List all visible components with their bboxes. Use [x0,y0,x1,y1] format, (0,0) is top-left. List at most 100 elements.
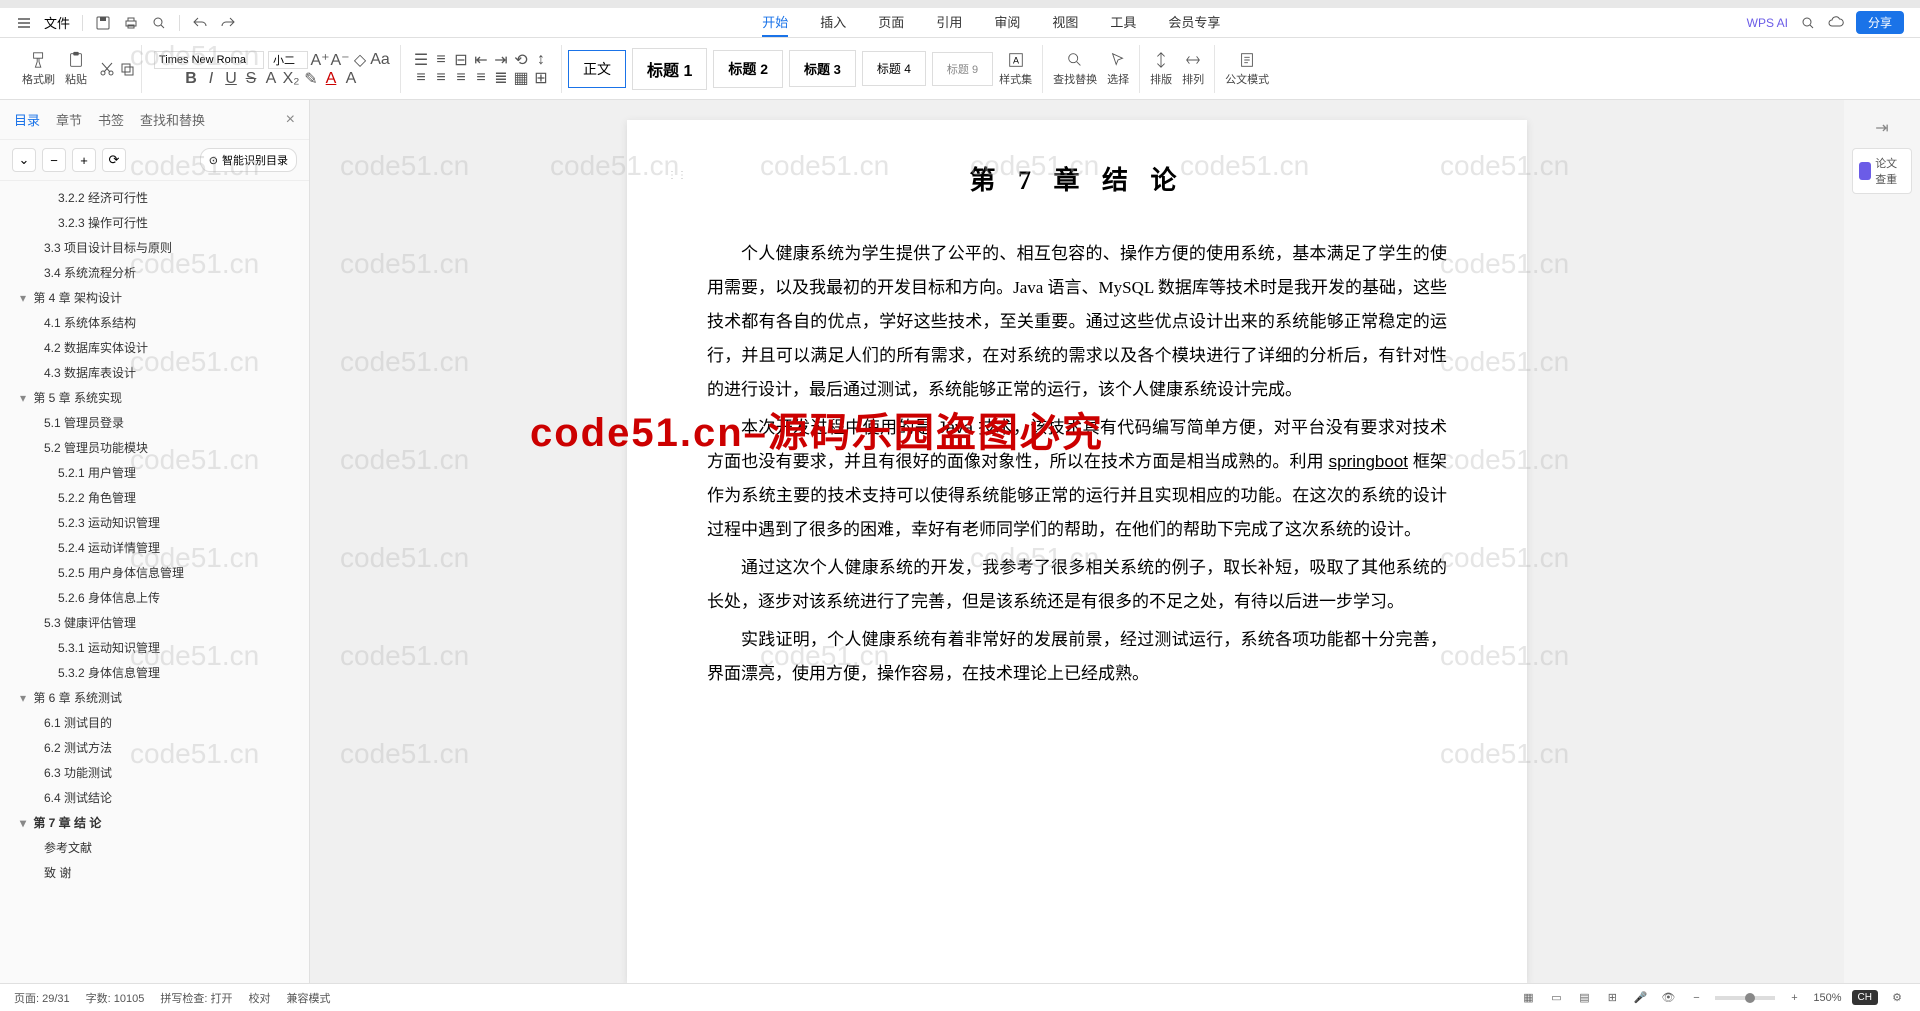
outline-item[interactable]: ▾ 第 7 章 结 论 [0,810,309,835]
font-superscript-icon[interactable]: A [263,71,279,87]
menu-tab-页面[interactable]: 页面 [878,8,904,37]
outline-item[interactable]: 参考文献 [0,835,309,860]
font-color-icon[interactable]: A [323,71,339,87]
tool-plus[interactable]: + [72,148,96,172]
lang-badge[interactable]: CH [1852,990,1878,1005]
outline-item[interactable]: ▾ 第 6 章 系统测试 [0,685,309,710]
font-subscript-icon[interactable]: X₂ [283,71,299,87]
sidebar-tab-chapter[interactable]: 章节 [56,110,82,129]
underline-icon[interactable]: U [223,71,239,87]
outline-item[interactable]: 5.2.6 身体信息上传 [0,585,309,610]
collapse-panel-icon[interactable]: ⇥ [1875,118,1888,138]
outline-item[interactable]: 5.1 管理员登录 [0,410,309,435]
status-proofread[interactable]: 校对 [248,990,270,1006]
menu-icon[interactable] [16,15,32,31]
copy-icon[interactable] [119,61,135,77]
outline-item[interactable]: 4.3 数据库表设计 [0,360,309,385]
outline-item[interactable]: 5.3 健康评估管理 [0,610,309,635]
save-icon[interactable] [95,15,111,31]
highlight-icon[interactable]: ✎ [303,71,319,87]
outline-item[interactable]: 5.2 管理员功能模块 [0,435,309,460]
outline-item[interactable]: 5.2.3 运动知识管理 [0,510,309,535]
outline-item[interactable]: 6.2 测试方法 [0,735,309,760]
outline-item[interactable]: 6.1 测试目的 [0,710,309,735]
print-icon[interactable] [123,15,139,31]
zoom-level[interactable]: 150% [1813,992,1841,1004]
tool-refresh[interactable]: ⟳ [102,148,126,172]
undo-icon[interactable] [192,15,208,31]
outline-item[interactable]: 5.3.1 运动知识管理 [0,635,309,660]
eye-icon[interactable]: 👁 [1659,989,1677,1007]
sidebar-tab-bookmark[interactable]: 书签 [98,110,124,129]
style-h4[interactable]: 标题 4 [862,51,926,86]
mic-icon[interactable]: 🎤 [1631,989,1649,1007]
increase-indent-icon[interactable]: ⇥ [493,52,509,68]
menu-tab-会员专享[interactable]: 会员专享 [1168,8,1220,37]
multilevel-icon[interactable]: ⊟ [453,52,469,68]
outline-item[interactable]: 3.4 系统流程分析 [0,260,309,285]
redo-icon[interactable] [220,15,236,31]
style-body[interactable]: 正文 [568,50,626,88]
menu-tab-视图[interactable]: 视图 [1052,8,1078,37]
outline-item[interactable]: 3.2.3 操作可行性 [0,210,309,235]
view-read-icon[interactable]: ▭ [1547,989,1565,1007]
outline-item[interactable]: 3.3 项目设计目标与原则 [0,235,309,260]
bold-icon[interactable]: B [183,71,199,87]
select-button[interactable]: 选择 [1103,49,1133,89]
strike-icon[interactable]: S [243,71,259,87]
style-set-button[interactable]: A 样式集 [995,49,1036,89]
preview-icon[interactable] [151,15,167,31]
menu-tab-开始[interactable]: 开始 [762,8,788,37]
outline-item[interactable]: 5.3.2 身体信息管理 [0,660,309,685]
find-replace-button[interactable]: 查找替换 [1049,49,1101,89]
view-web-icon[interactable]: ⊞ [1603,989,1621,1007]
cut-icon[interactable] [99,61,115,77]
smart-outline-button[interactable]: ⊙智能识别目录 [200,148,297,172]
sidebar-tab-toc[interactable]: 目录 [14,110,40,129]
paper-check-button[interactable]: 论文查重 [1852,148,1912,194]
arrange-v-button[interactable]: 排版 [1146,49,1176,89]
increase-font-icon[interactable]: A⁺ [312,52,328,68]
outline-item[interactable]: 4.1 系统体系结构 [0,310,309,335]
outline-item[interactable]: 6.4 测试结论 [0,785,309,810]
close-icon[interactable]: × [286,111,295,129]
drag-handle-icon[interactable]: ⋮⋮ [667,170,687,181]
menu-tab-引用[interactable]: 引用 [936,8,962,37]
italic-icon[interactable]: I [203,71,219,87]
outline-item[interactable]: 6.3 功能测试 [0,760,309,785]
align-right-icon[interactable]: ≡ [453,70,469,86]
status-page[interactable]: 页面: 29/31 [14,990,70,1006]
outline-item[interactable]: 5.2.2 角色管理 [0,485,309,510]
view-outline-icon[interactable]: ▤ [1575,989,1593,1007]
font-name-select[interactable] [154,51,264,69]
outline-item[interactable]: 5.2.1 用户管理 [0,460,309,485]
zoom-slider[interactable] [1715,996,1775,1000]
numbering-icon[interactable]: ≡ [433,52,449,68]
sidebar-tab-find[interactable]: 查找和替换 [140,110,205,129]
tool-dropdown[interactable]: ⌄ [12,148,36,172]
menu-tab-审阅[interactable]: 审阅 [994,8,1020,37]
style-h3[interactable]: 标题 3 [789,50,856,87]
search-icon[interactable] [1800,15,1816,31]
style-h2[interactable]: 标题 2 [713,50,783,88]
outline-item[interactable]: 5.2.5 用户身体信息管理 [0,560,309,585]
menu-tab-插入[interactable]: 插入 [820,8,846,37]
align-left-icon[interactable]: ≡ [413,70,429,86]
mode-icon[interactable]: ⚙ [1888,989,1906,1007]
cloud-icon[interactable] [1828,15,1844,31]
status-words[interactable]: 字数: 10105 [86,990,145,1006]
align-justify-icon[interactable]: ≡ [473,70,489,86]
outline-item[interactable]: 5.2.4 运动详情管理 [0,535,309,560]
shading-icon[interactable]: ▦ [513,70,529,86]
borders-icon[interactable]: ⊞ [533,70,549,86]
style-h9[interactable]: 标题 9 [932,52,993,86]
align-distribute-icon[interactable]: ≣ [493,70,509,86]
gov-mode-button[interactable]: 公文模式 [1221,49,1273,89]
clear-format-icon[interactable]: ◇ [352,52,368,68]
decrease-font-icon[interactable]: A⁻ [332,52,348,68]
align-center-icon[interactable]: ≡ [433,70,449,86]
outline-item[interactable]: ▾ 第 5 章 系统实现 [0,385,309,410]
share-button[interactable]: 分享 [1856,11,1904,34]
style-h1[interactable]: 标题 1 [632,48,707,90]
font-effect-icon[interactable]: A [343,71,359,87]
